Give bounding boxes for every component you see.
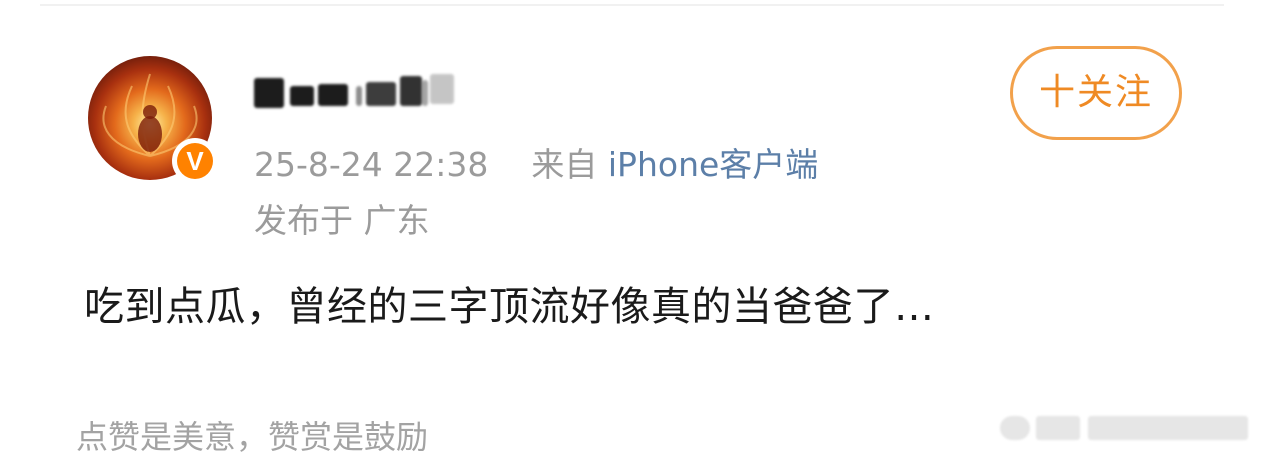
watermark-mark: [1036, 416, 1080, 440]
follow-button[interactable]: 十关注: [1010, 46, 1182, 140]
post-meta: 25-8-24 22:38 来自 iPhone客户端: [254, 138, 818, 186]
post-timestamp: 25-8-24 22:38: [254, 145, 489, 184]
redacted-glyph: [356, 86, 362, 106]
redacted-glyph: [422, 80, 428, 106]
watermark-mark: [1088, 416, 1248, 440]
redacted-glyph: [290, 86, 314, 106]
author-name-redacted[interactable]: [254, 72, 474, 116]
watermark-blurred: [1000, 408, 1252, 448]
verified-badge-icon: V: [172, 138, 218, 184]
top-divider: [40, 4, 1224, 6]
post-location: 发布于 广东: [254, 201, 430, 240]
verified-badge-label: V: [177, 143, 213, 179]
redacted-glyph: [254, 78, 284, 108]
source-client-link[interactable]: iPhone客户端: [608, 145, 818, 184]
post-content: 吃到点瓜，曾经的三字顶流好像真的当爸爸了…: [84, 284, 935, 330]
source-prefix: 来自: [531, 145, 598, 184]
weibo-post-card: V 十关注 25-8-24 22:38 来自 iPhone客户端 发布于 广东 …: [0, 0, 1264, 458]
reward-prompt: 点赞是美意，赞赏是鼓励: [76, 418, 429, 456]
redacted-glyph: [430, 74, 454, 104]
watermark-mark: [1000, 416, 1030, 440]
redacted-glyph: [318, 84, 348, 106]
redacted-glyph: [400, 76, 422, 106]
redacted-glyph: [366, 82, 396, 106]
